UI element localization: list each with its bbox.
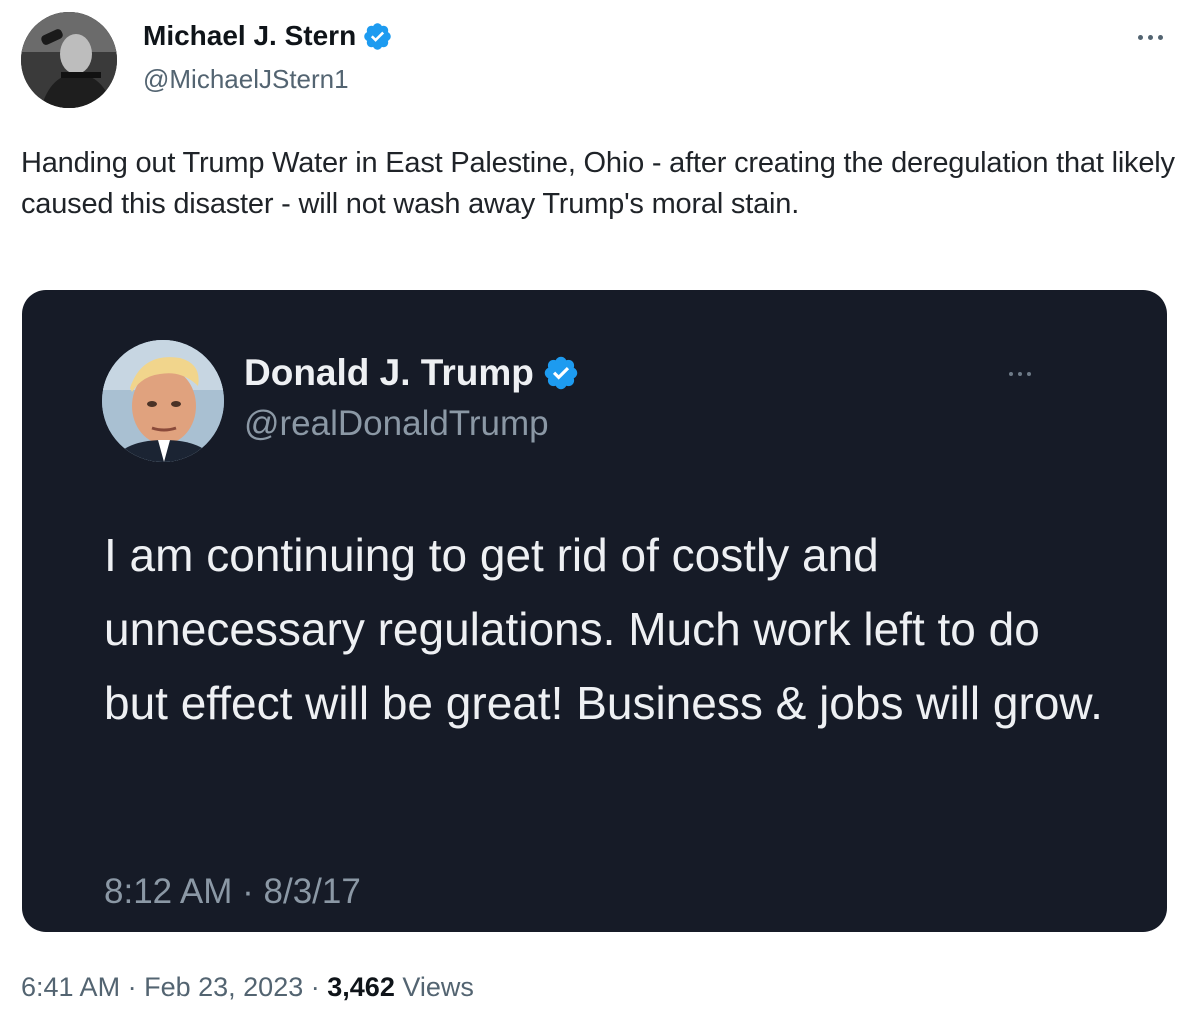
tweet-meta: 6:41 AM · Feb 23, 2023 · 3,462 Views [21,972,474,1003]
quoted-author-avatar [102,340,224,462]
author-avatar[interactable] [21,12,117,108]
author-name[interactable]: Michael J. Stern [143,20,393,52]
tweet-date[interactable]: Feb 23, 2023 [144,972,303,1002]
views-label: Views [402,972,474,1002]
author-name-text[interactable]: Michael J. Stern [143,20,356,52]
views-count: 3,462 [327,972,395,1002]
quoted-author-handle: @realDonaldTrump [244,404,549,443]
tweet-time[interactable]: 6:41 AM [21,972,120,1002]
meta-separator-2: · [310,972,320,1002]
quoted-more-options-icon [1000,364,1040,384]
verified-badge-icon[interactable] [362,21,393,52]
quoted-tweet-timestamp: 8:12 AM · 8/3/17 [104,872,361,911]
author-handle[interactable]: @MichaelJStern1 [143,64,349,95]
tweet-text: Handing out Trump Water in East Palestin… [21,147,1175,220]
quoted-author-name-text: Donald J. Trump [244,352,534,393]
quoted-tweet-text: I am continuing to get rid of costly and… [104,529,1103,729]
quoted-verified-badge-icon [542,354,580,392]
quoted-tweet-image[interactable]: Donald J. Trump @realDonaldTrump I am co… [22,290,1167,932]
quoted-author-name: Donald J. Trump [244,352,580,394]
more-options-icon[interactable] [1130,22,1170,52]
meta-separator: · [127,972,137,1002]
